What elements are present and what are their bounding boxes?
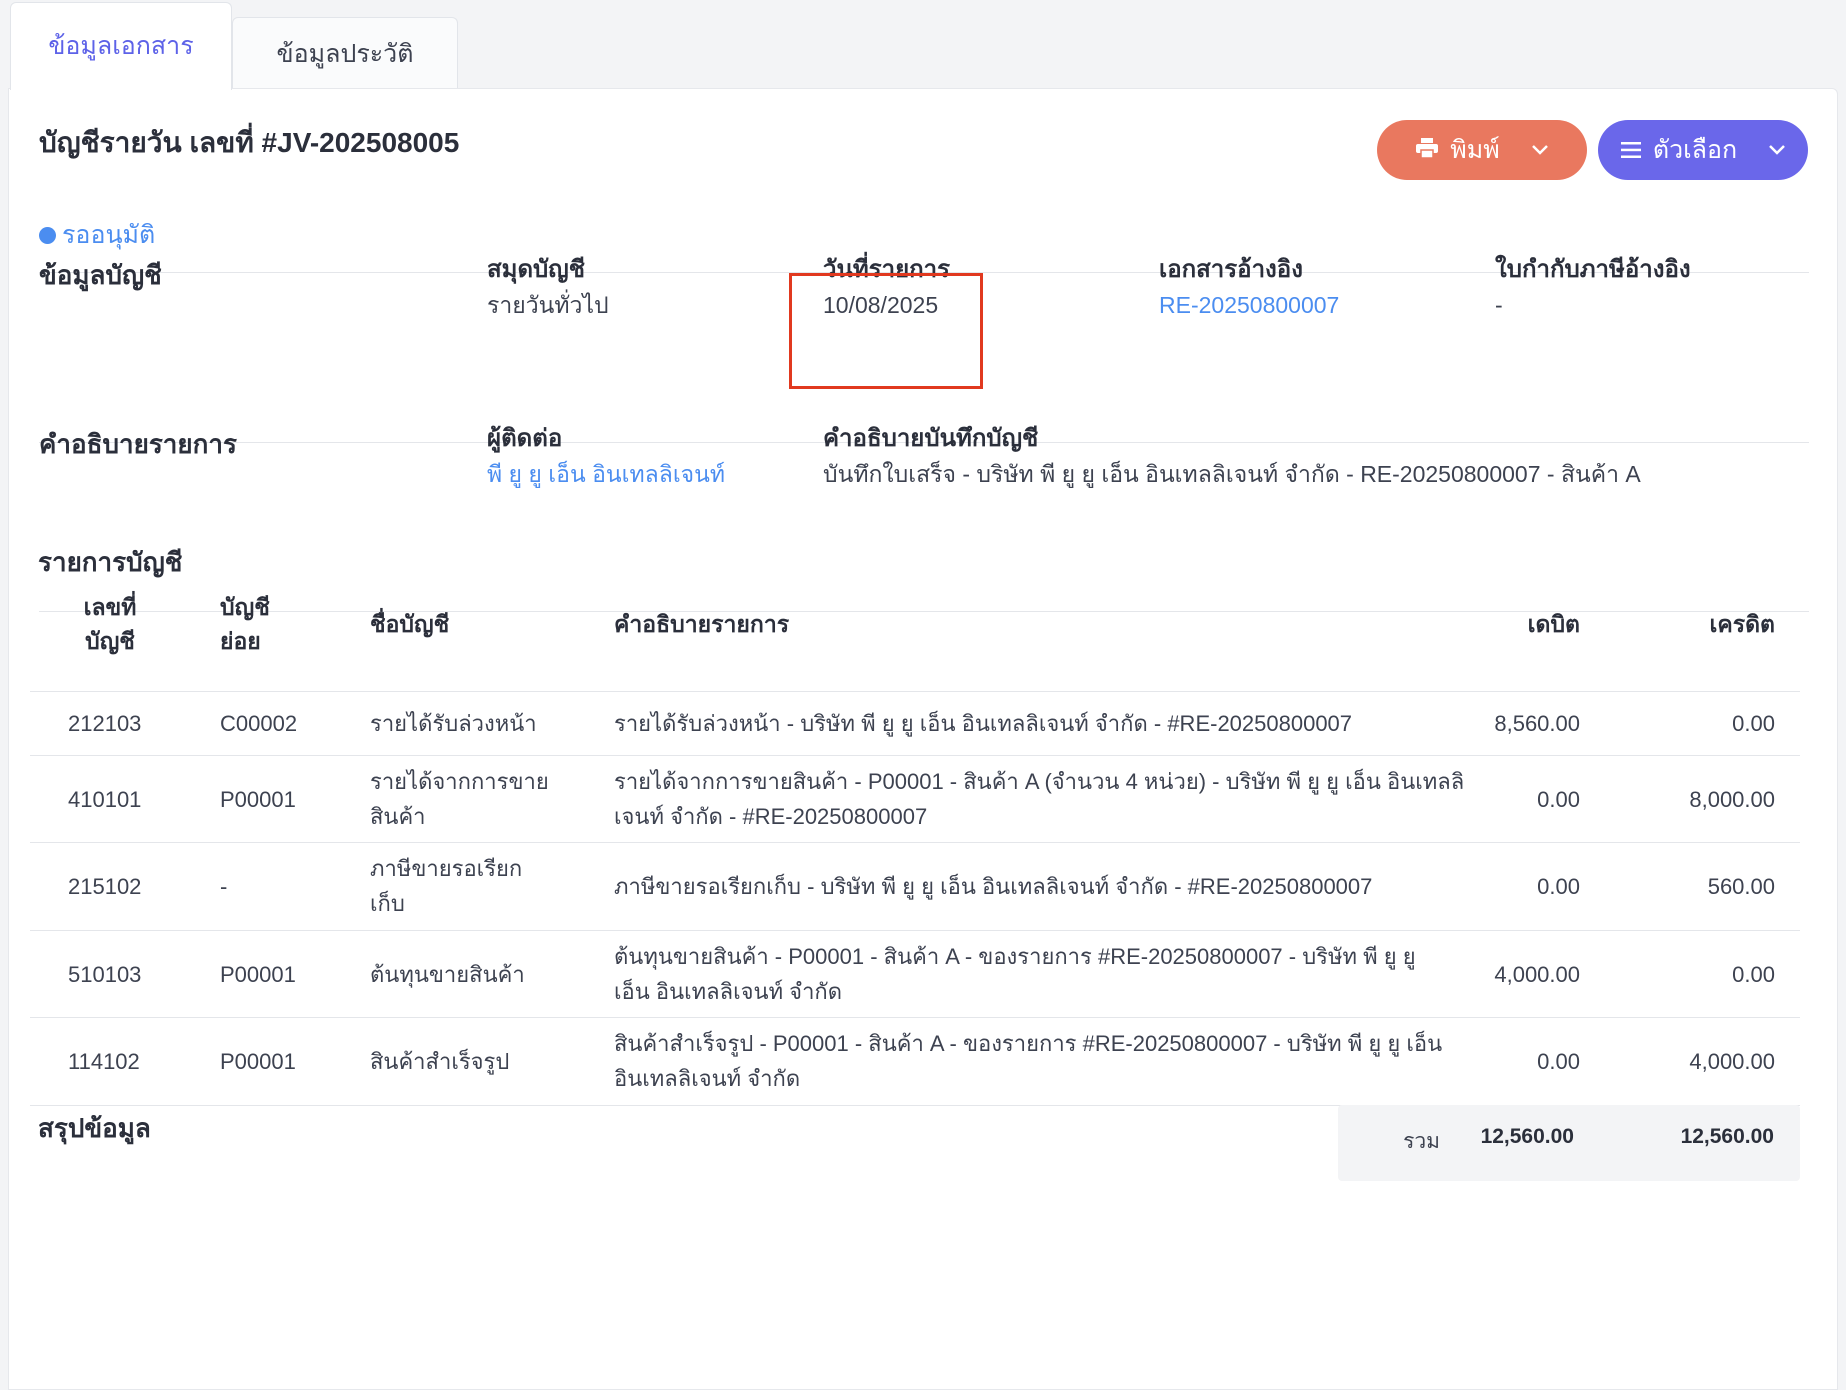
col-credit: เครดิต [1709, 611, 1775, 637]
cell-description: สินค้าสำเร็จรูป - P00001 - สินค้า A - ขอ… [614, 1031, 1443, 1091]
tax-invoice-ref-field: ใบกำกับภาษีอ้างอิง - [1495, 253, 1691, 323]
cell-debit: 8,560.00 [1494, 711, 1580, 736]
reference-doc-link[interactable]: RE-20250800007 [1159, 287, 1339, 323]
page-title: บัญชีรายวัน เลขที่ #JV-202508005 [39, 127, 460, 158]
entries-heading: รายการบัญชี [38, 547, 183, 577]
table-row: 510103 P00001 ต้นทุนขายสินค้า ต้นทุนขายส… [30, 931, 1800, 1018]
journal-note-label: คำอธิบายบันทึกบัญชี [823, 425, 1039, 452]
journal-book-value: รายวันทั่วไป [487, 292, 609, 318]
cell-credit: 0.00 [1732, 711, 1775, 736]
cell-debit: 0.00 [1537, 1049, 1580, 1074]
cell-account-name: รายได้จากการขาย สินค้า [370, 769, 549, 829]
cell-account-no: 510103 [68, 962, 142, 987]
cell-account-no: 212103 [68, 711, 142, 736]
cell-debit: 0.00 [1537, 874, 1580, 899]
cell-sub-account: P00001 [220, 787, 296, 812]
printer-icon [1416, 136, 1439, 165]
cell-description: รายได้จากการขายสินค้า - P00001 - สินค้า … [614, 769, 1465, 829]
col-account-no: เลขที่ บัญชี [83, 594, 137, 654]
summary-totals: รวม 12,560.00 12,560.00 [1338, 1105, 1800, 1181]
summary-heading: สรุปข้อมูล [38, 1113, 151, 1143]
cell-account-no: 215102 [68, 874, 142, 899]
tax-invoice-ref-label: ใบกำกับภาษีอ้างอิง [1495, 256, 1691, 283]
cell-account-name: ต้นทุนขายสินค้า [370, 962, 525, 987]
account-info-heading: ข้อมูลบัญชี [39, 260, 162, 290]
tab-document-info[interactable]: ข้อมูลเอกสาร [10, 2, 232, 90]
cell-credit: 0.00 [1732, 962, 1775, 987]
entries-table: เลขที่ บัญชี บัญชี ย่อย ชื่อบัญชี คำอธิบ… [30, 590, 1800, 1106]
cell-sub-account: P00001 [220, 962, 296, 987]
cell-account-name: ภาษีขายรอเรียก เก็บ [370, 856, 523, 916]
status-badge: รออนุมัติ [39, 215, 155, 255]
table-header: เลขที่ บัญชี บัญชี ย่อย ชื่อบัญชี คำอธิบ… [30, 590, 1800, 692]
cell-sub-account: - [220, 874, 228, 899]
journal-book-label: สมุดบัญชี [487, 256, 586, 283]
total-label: รวม [1403, 1130, 1440, 1153]
total-credit: 12,560.00 [1680, 1125, 1774, 1148]
reference-doc-field: เอกสารอ้างอิง RE-20250800007 [1159, 253, 1339, 323]
col-account-name: ชื่อบัญชี [370, 611, 450, 637]
reference-doc-label: เอกสารอ้างอิง [1159, 256, 1303, 283]
cell-description: ภาษีขายรอเรียกเก็บ - บริษัท พี ยู ยู เอ็… [614, 874, 1373, 899]
cell-sub-account: C00002 [220, 711, 298, 736]
cell-credit: 8,000.00 [1689, 787, 1775, 812]
cell-credit: 560.00 [1707, 874, 1775, 899]
menu-lines-icon [1620, 136, 1641, 165]
journal-note-field: คำอธิบายบันทึกบัญชี บันทึกใบเสร็จ - บริษ… [823, 422, 1641, 492]
cell-sub-account: P00001 [220, 1049, 296, 1074]
status-label: รออนุมัติ [62, 221, 156, 249]
cell-description: ต้นทุนขายสินค้า - P00001 - สินค้า A - ขอ… [614, 944, 1416, 1004]
table-row: 212103 C00002 รายได้รับล่วงหน้า รายได้รั… [30, 692, 1800, 756]
print-button[interactable]: พิมพ์ [1377, 120, 1587, 180]
cell-account-no: 114102 [68, 1049, 140, 1074]
cell-debit: 4,000.00 [1494, 962, 1580, 987]
contact-link[interactable]: พี ยู ยู เอ็น อินเทลลิเจนท์ [487, 456, 725, 492]
total-debit: 12,560.00 [1480, 1125, 1574, 1148]
table-row: 215102 - ภาษีขายรอเรียก เก็บ ภาษีขายรอเรี… [30, 843, 1800, 931]
description-heading: คำอธิบายรายการ [39, 429, 237, 459]
journal-note-value: บันทึกใบเสร็จ - บริษัท พี ยู ยู เอ็น อิน… [823, 461, 1641, 487]
tax-invoice-ref-value: - [1495, 292, 1503, 318]
chevron-down-icon [1531, 145, 1548, 155]
tab-history[interactable]: ข้อมูลประวัติ [232, 17, 458, 89]
cell-account-name: สินค้าสำเร็จรูป [370, 1049, 510, 1074]
cell-account-no: 410101 [68, 787, 142, 812]
table-row: 410101 P00001 รายได้จากการขาย สินค้า รายไ… [30, 756, 1800, 843]
cell-credit: 4,000.00 [1689, 1049, 1775, 1074]
chevron-down-icon [1769, 145, 1786, 155]
col-description: คำอธิบายรายการ [614, 611, 790, 637]
journal-book-field: สมุดบัญชี รายวันทั่วไป [487, 253, 609, 323]
table-row: 114102 P00001 สินค้าสำเร็จรูป สินค้าสำเร… [30, 1018, 1800, 1106]
cell-account-name: รายได้รับล่วงหน้า [370, 711, 537, 736]
col-debit: เดบิต [1527, 611, 1580, 637]
cell-debit: 0.00 [1537, 787, 1580, 812]
highlight-box [789, 273, 983, 389]
col-sub-account: บัญชี ย่อย [220, 594, 270, 654]
print-button-label: พิมพ์ [1450, 136, 1500, 164]
options-button[interactable]: ตัวเลือก [1598, 120, 1808, 180]
contact-field: ผู้ติดต่อ พี ยู ยู เอ็น อินเทลลิเจนท์ [487, 422, 725, 492]
options-button-label: ตัวเลือก [1652, 136, 1738, 164]
cell-description: รายได้รับล่วงหน้า - บริษัท พี ยู ยู เอ็น… [614, 711, 1353, 736]
status-dot-icon [39, 226, 56, 244]
contact-label: ผู้ติดต่อ [487, 425, 563, 452]
